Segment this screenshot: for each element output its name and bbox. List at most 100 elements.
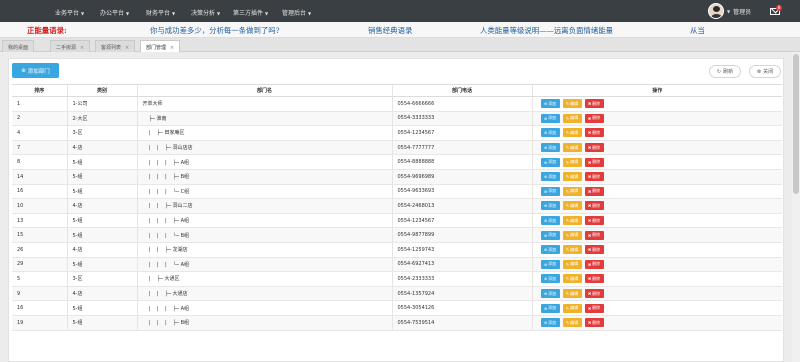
tab-close-icon[interactable]: × [80, 45, 84, 51]
add-row-button[interactable]: ⊕ 添加 [540, 157, 560, 167]
cell-name: | | | ├─ A组 [136, 300, 392, 316]
tab-label: 客源列表 [101, 45, 122, 51]
tab-close-icon[interactable]: × [170, 45, 174, 51]
marquee-message-link[interactable]: 你与成功差多少，分析每一条做到了吗? [150, 25, 280, 36]
avatar[interactable] [708, 3, 724, 19]
delete-row-button[interactable]: ✖ 删除 [584, 113, 604, 123]
edit-row-button[interactable]: ✎ 编辑 [562, 216, 582, 226]
menu-item[interactable]: 决策分析 ▼ [191, 8, 220, 17]
cell-name: | | | ├─ B组 [136, 315, 392, 331]
delete-row-label: 删除 [592, 246, 601, 252]
scrollbar-thumb[interactable] [793, 54, 799, 194]
refresh-button[interactable]: ↻ 刷新 [709, 65, 741, 78]
add-row-button[interactable]: ⊕ 添加 [540, 113, 560, 123]
edit-row-button[interactable]: ✎ 编辑 [562, 230, 582, 240]
add-row-button[interactable]: ⊕ 添加 [540, 172, 560, 182]
col-header-phone: 部门电话 [391, 84, 532, 97]
menu-item[interactable]: 第三方插件 ▼ [233, 8, 268, 17]
page-scrollbar[interactable] [792, 52, 800, 362]
table-row: 15 5-组 | | | └─ B组 0554-9877899 ⊕ 添加 ✎ 编辑 ✖ 删除 [12, 227, 782, 243]
edit-row-label: 编辑 [570, 159, 579, 165]
delete-row-button[interactable]: ✖ 删除 [584, 259, 604, 269]
edit-row-button[interactable]: ✎ 编辑 [562, 318, 582, 328]
menu-item[interactable]: 业务平台 ▼ [55, 8, 84, 17]
tab-label: 二手房源 [56, 45, 77, 51]
delete-row-button[interactable]: ✖ 删除 [584, 245, 604, 255]
delete-row-button[interactable]: ✖ 删除 [584, 143, 604, 153]
cell-sort: 1 [12, 96, 67, 112]
tab[interactable]: 我的桌面 [2, 40, 35, 52]
pencil-icon: ✎ [565, 101, 570, 107]
add-row-button[interactable]: ⊕ 添加 [540, 99, 560, 109]
close-button[interactable]: ⊗ 关闭 [749, 65, 781, 78]
pencil-icon: ✎ [565, 174, 570, 180]
add-row-button[interactable]: ⊕ 添加 [540, 259, 560, 269]
tab-close-icon[interactable]: × [125, 45, 129, 51]
delete-row-button[interactable]: ✖ 删除 [584, 318, 604, 328]
add-row-button[interactable]: ⊕ 添加 [540, 201, 560, 211]
tab-label: 我的桌面 [8, 45, 29, 51]
edit-row-button[interactable]: ✎ 编辑 [562, 274, 582, 284]
main-panel: ⊕ 添加部门 ↻ 刷新 ⊗ 关闭 排序 类别 部门名 部门电话 操作 1 1-公司… [8, 58, 784, 362]
add-row-label: 添加 [548, 305, 557, 311]
delete-row-button[interactable]: ✖ 删除 [584, 201, 604, 211]
mail-count-badge: 8 [776, 5, 782, 11]
pencil-icon: ✎ [565, 159, 570, 165]
edit-row-button[interactable]: ✎ 编辑 [562, 245, 582, 255]
delete-row-label: 删除 [592, 144, 601, 150]
edit-row-button[interactable]: ✎ 编辑 [562, 259, 582, 269]
user-menu[interactable]: ▼ 管理员 [708, 2, 751, 20]
edit-row-button[interactable]: ✎ 编辑 [562, 113, 582, 123]
add-row-button[interactable]: ⊕ 添加 [540, 274, 560, 284]
add-row-button[interactable]: ⊕ 添加 [540, 245, 560, 255]
trash-icon: ✖ [587, 174, 592, 180]
menu-item[interactable]: 办公平台 ▼ [100, 8, 129, 17]
caret-down-icon: ▼ [308, 11, 312, 16]
delete-row-button[interactable]: ✖ 删除 [584, 99, 604, 109]
delete-row-button[interactable]: ✖ 删除 [584, 216, 604, 226]
menu-item[interactable]: 管理后台 ▼ [282, 8, 311, 17]
add-department-button[interactable]: ⊕ 添加部门 [12, 63, 59, 78]
delete-row-button[interactable]: ✖ 删除 [584, 289, 604, 299]
edit-row-button[interactable]: ✎ 编辑 [562, 172, 582, 182]
delete-row-button[interactable]: ✖ 删除 [584, 303, 604, 313]
cell-cat: 5-组 [66, 169, 137, 185]
marquee-message-link[interactable]: 从当 [690, 25, 705, 36]
edit-row-button[interactable]: ✎ 编辑 [562, 201, 582, 211]
menu-item[interactable]: 财务平台 ▼ [146, 8, 175, 17]
add-row-button[interactable]: ⊕ 添加 [540, 289, 560, 299]
tab[interactable]: 部门管理 × [140, 40, 181, 52]
edit-row-button[interactable]: ✎ 编辑 [562, 143, 582, 153]
delete-row-button[interactable]: ✖ 删除 [584, 128, 604, 138]
delete-row-label: 删除 [592, 115, 601, 121]
edit-row-button[interactable]: ✎ 编辑 [562, 303, 582, 313]
delete-row-button[interactable]: ✖ 删除 [584, 186, 604, 196]
edit-row-button[interactable]: ✎ 编辑 [562, 186, 582, 196]
add-row-label: 添加 [548, 246, 557, 252]
add-row-button[interactable]: ⊕ 添加 [540, 230, 560, 240]
add-row-button[interactable]: ⊕ 添加 [540, 303, 560, 313]
edit-row-button[interactable]: ✎ 编辑 [562, 99, 582, 109]
edit-row-button[interactable]: ✎ 编辑 [562, 157, 582, 167]
refresh-icon: ↻ [716, 68, 722, 75]
add-row-button[interactable]: ⊕ 添加 [540, 216, 560, 226]
edit-row-button[interactable]: ✎ 编辑 [562, 128, 582, 138]
add-row-button[interactable]: ⊕ 添加 [540, 318, 560, 328]
edit-row-label: 编辑 [570, 275, 579, 281]
add-row-button[interactable]: ⊕ 添加 [540, 186, 560, 196]
tab[interactable]: 客源列表 × [95, 40, 136, 52]
delete-row-label: 删除 [592, 173, 601, 179]
add-row-button[interactable]: ⊕ 添加 [540, 143, 560, 153]
marquee-message-link[interactable]: 销售经典语录 [368, 25, 412, 36]
delete-row-button[interactable]: ✖ 删除 [584, 172, 604, 182]
delete-row-button[interactable]: ✖ 删除 [584, 274, 604, 284]
tab[interactable]: 二手房源 × [50, 40, 91, 52]
cell-name: ├─ 淮南 [136, 111, 392, 127]
add-row-button[interactable]: ⊕ 添加 [540, 128, 560, 138]
edit-row-button[interactable]: ✎ 编辑 [562, 289, 582, 299]
marquee-message-link[interactable]: 人类能量等级说明——远离负面情绪能量 [480, 25, 613, 36]
delete-row-button[interactable]: ✖ 删除 [584, 230, 604, 240]
delete-row-button[interactable]: ✖ 删除 [584, 157, 604, 167]
user-name[interactable]: 管理员 [733, 7, 751, 16]
cell-tel: 0554-2468013 [391, 198, 532, 214]
